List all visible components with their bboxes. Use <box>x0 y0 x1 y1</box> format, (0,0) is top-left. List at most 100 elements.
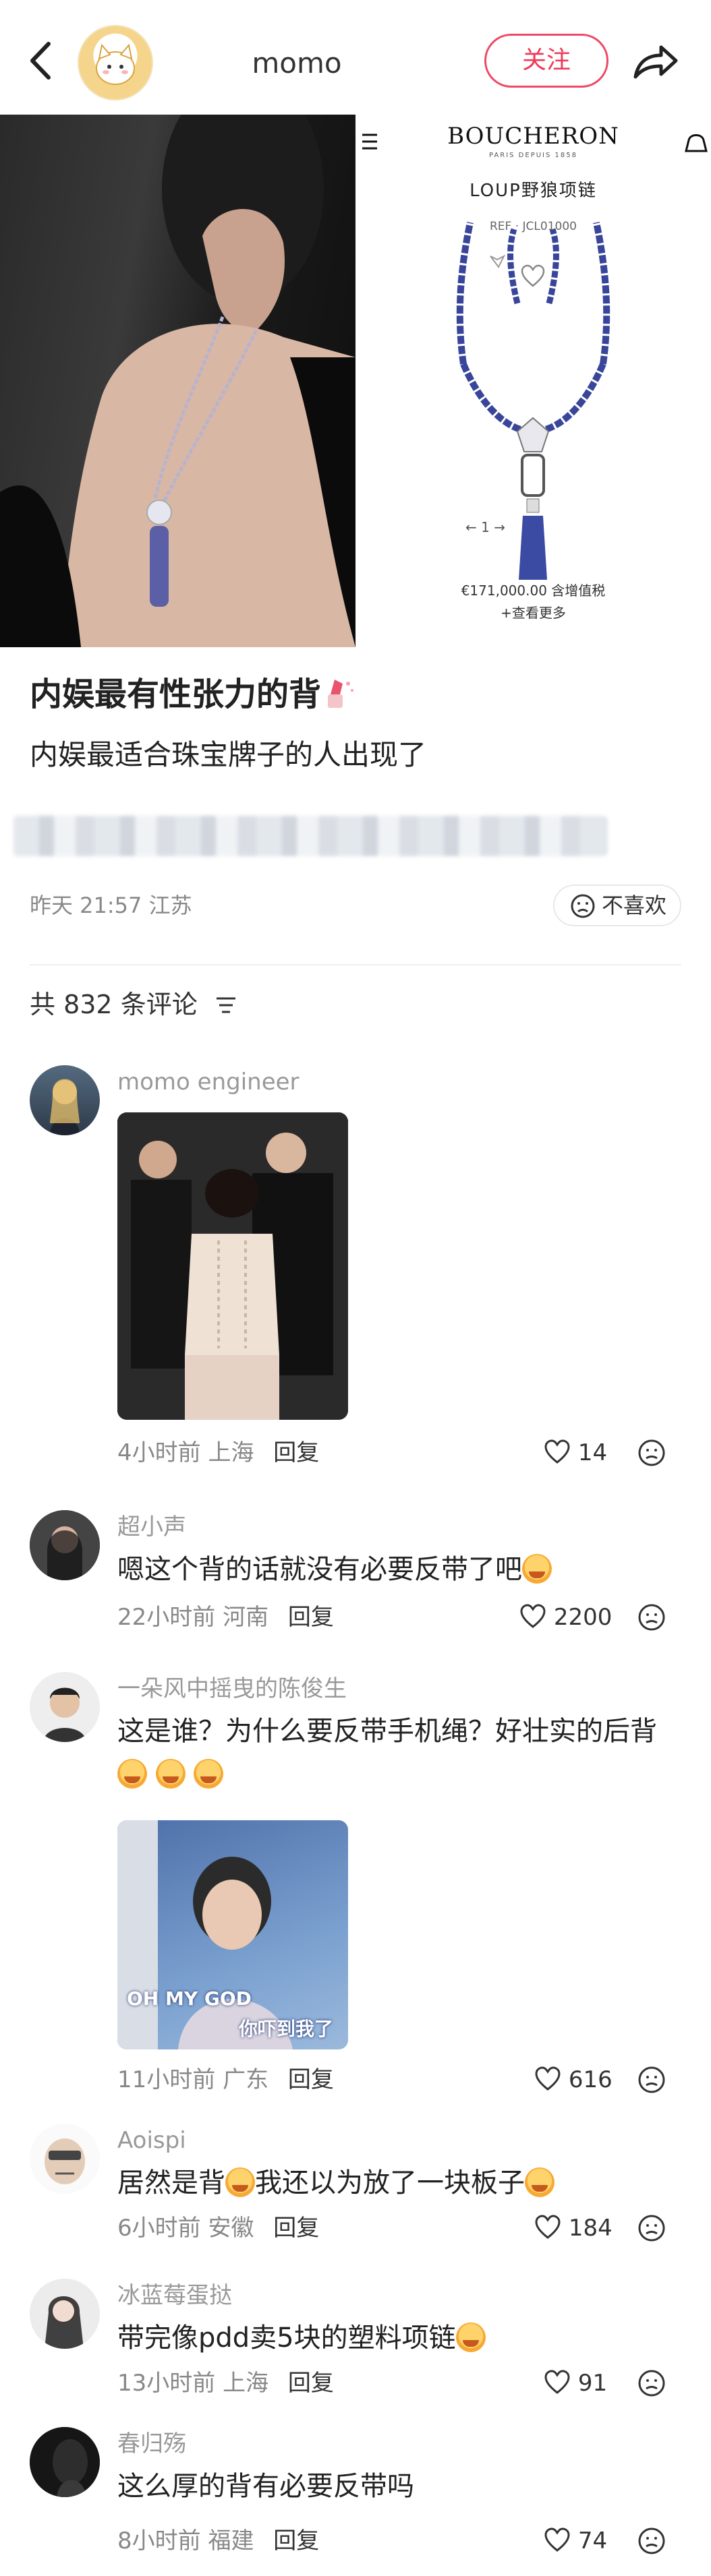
comment-meta: 11小时前 广东 回复 <box>117 2063 455 2097</box>
comment-location: 安徽 <box>208 2215 254 2242</box>
heart-outline-icon <box>520 1604 546 1628</box>
dislike-label: 不喜欢 <box>602 893 667 918</box>
commenter-avatar[interactable] <box>30 2124 100 2194</box>
comment-location: 上海 <box>208 1439 254 1466</box>
like-button[interactable]: 2200 <box>519 1600 627 1634</box>
comment-body: 这么厚的背有必要反带吗 <box>117 2471 414 2502</box>
comment-item: 冰蓝莓蛋挞 带完像pdd卖5块的塑料项链 13小时前 上海 回复 91 <box>0 2265 711 2414</box>
post-timestamp-location: 昨天 21:57 江苏 <box>30 893 192 918</box>
comment-username[interactable]: Aoispi <box>117 2124 590 2157</box>
comment-time: 6小时前 <box>117 2215 201 2242</box>
comment-body: 嗯这个背的话就没有必要反带了吧 <box>117 1554 522 1585</box>
heart-outline-icon <box>544 1439 570 1464</box>
post-body: 内娱最适合珠宝牌子的人出现了 <box>30 738 427 771</box>
comment-item: Aoispi 居然是背 我还以为放了一块板子 6小时前 安徽 回复 184 <box>0 2110 711 2258</box>
comment-username[interactable]: 一朵风中摇曳的陈俊生 <box>117 1672 590 1706</box>
like-button[interactable]: 74 <box>544 2524 638 2558</box>
dislike-button[interactable]: 不喜欢 <box>553 885 681 926</box>
comment-username[interactable]: 冰蓝莓蛋挞 <box>117 2279 590 2312</box>
image-pager[interactable]: ← 1 → <box>465 519 600 539</box>
author-name[interactable]: momo <box>202 43 391 84</box>
comment-item: 春归殇 这么厚的背有必要反带吗 8小时前 福建 回复 74 <box>0 2414 711 2576</box>
reply-button[interactable]: 回复 <box>273 2215 319 2242</box>
share-icon[interactable] <box>627 35 681 89</box>
comment-item: 一朵风中摇曳的陈俊生 这是谁？为什么要反带手机绳？好壮实的后背 OH MY GO… <box>0 1658 711 2103</box>
comment-location: 河南 <box>223 1604 269 1631</box>
comment-meme-image[interactable]: OH MY GOD 你吓到我了 <box>117 1820 348 2049</box>
comment-text: 嗯这个背的话就没有必要反带了吧 <box>117 1548 691 1591</box>
comment-username[interactable]: 春归殇 <box>117 2427 590 2461</box>
commenter-avatar[interactable] <box>30 2427 100 2497</box>
top-bar: momo 关注 <box>0 0 711 115</box>
hero-photo-woman-back[interactable] <box>0 115 356 647</box>
commenter-avatar[interactable] <box>30 2279 100 2349</box>
like-button[interactable]: 14 <box>544 1436 638 1470</box>
dislike-face-icon[interactable] <box>637 2213 666 2243</box>
comment-text: 这是谁？为什么要反带手机绳？好壮实的后背 <box>117 1710 691 1796</box>
heart-outline-icon <box>544 2527 570 2552</box>
crying-emoji-icon <box>525 2167 554 2197</box>
crying-emoji-icon <box>117 1759 147 1789</box>
heart-outline-icon <box>544 2370 570 2394</box>
comment-body: 这是谁？为什么要反带手机绳？好壮实的后背 <box>117 1716 657 1747</box>
comment-meta: 13小时前 上海 回复 <box>117 2366 455 2400</box>
heart-outline-icon <box>535 2215 561 2239</box>
crying-emoji-icon <box>455 2323 486 2352</box>
like-count: 184 <box>568 2215 613 2242</box>
reply-button[interactable]: 回复 <box>288 2370 334 2397</box>
heart-outline-icon <box>535 2066 561 2091</box>
comment-time: 13小时前 <box>117 2370 216 2397</box>
reply-button[interactable]: 回复 <box>288 1604 334 1631</box>
like-button[interactable]: 91 <box>544 2366 638 2400</box>
comment-time: 22小时前 <box>117 1604 216 1631</box>
comment-time: 11小时前 <box>117 2066 216 2093</box>
back-arrow-icon[interactable] <box>20 34 61 88</box>
commenter-avatar[interactable] <box>30 1065 100 1135</box>
divider <box>30 964 681 965</box>
like-button[interactable]: 616 <box>534 2063 629 2097</box>
meme-caption-top: OH MY GOD <box>127 1987 252 2010</box>
comment-text: 居然是背 我还以为放了一块板子 <box>117 2161 691 2205</box>
reply-button[interactable]: 回复 <box>273 2527 319 2554</box>
comment-count: 共 832 条评论 <box>30 984 367 1025</box>
post-title: 内娱最有性张力的背 <box>30 671 677 718</box>
sort-filter-icon[interactable] <box>212 992 239 1019</box>
comment-body: 带完像pdd卖5块的塑料项链 <box>117 2323 456 2354</box>
comment-text: 带完像pdd卖5块的塑料项链 <box>117 2316 691 2360</box>
comment-time: 8小时前 <box>117 2527 201 2554</box>
lipstick-emoji-icon <box>328 680 354 708</box>
comment-username[interactable]: momo engineer <box>117 1065 590 1099</box>
like-count: 74 <box>577 2527 608 2554</box>
comment-body-part1: 居然是背 <box>117 2167 225 2198</box>
commenter-avatar[interactable] <box>30 1672 100 1742</box>
author-avatar[interactable] <box>78 25 153 100</box>
dislike-face-icon[interactable] <box>637 1438 666 1468</box>
comment-location: 广东 <box>223 2066 269 2093</box>
see-more-link[interactable]: +查看更多 <box>356 602 711 621</box>
dislike-face-icon[interactable] <box>637 2368 666 2398</box>
comment-username[interactable]: 超小声 <box>117 1510 590 1544</box>
product-name: LOUP野狼项链 <box>470 181 597 201</box>
dislike-face-icon[interactable] <box>637 2526 666 2556</box>
dislike-face-icon[interactable] <box>637 1602 666 1632</box>
like-count: 14 <box>577 1439 608 1466</box>
reply-button[interactable]: 回复 <box>273 1439 319 1466</box>
comment-count-text: 共 832 条评论 <box>30 990 198 1019</box>
comment-meta: 8小时前 福建 回复 <box>117 2524 455 2558</box>
dislike-face-icon[interactable] <box>637 2065 666 2095</box>
crying-emoji-icon <box>155 1759 186 1789</box>
like-button[interactable]: 184 <box>534 2211 629 2245</box>
commenter-avatar[interactable] <box>30 1510 100 1580</box>
heart-outline-icon[interactable] <box>521 264 545 289</box>
meme-caption-bottom: 你吓到我了 <box>239 2018 334 2040</box>
comment-meta: 22小时前 河南 回复 <box>117 1600 455 1634</box>
follow-button[interactable]: 关注 <box>484 34 608 88</box>
frown-face-icon <box>571 894 595 918</box>
like-count: 2200 <box>553 1604 613 1631</box>
product-price: €171,000.00 含增值税 <box>461 582 606 599</box>
reply-button[interactable]: 回复 <box>288 2066 334 2093</box>
comment-location: 上海 <box>223 2370 269 2397</box>
comment-body-part2: 我还以为放了一块板子 <box>255 2167 525 2198</box>
like-count: 616 <box>568 2066 613 2093</box>
comment-photo[interactable] <box>117 1112 348 1420</box>
